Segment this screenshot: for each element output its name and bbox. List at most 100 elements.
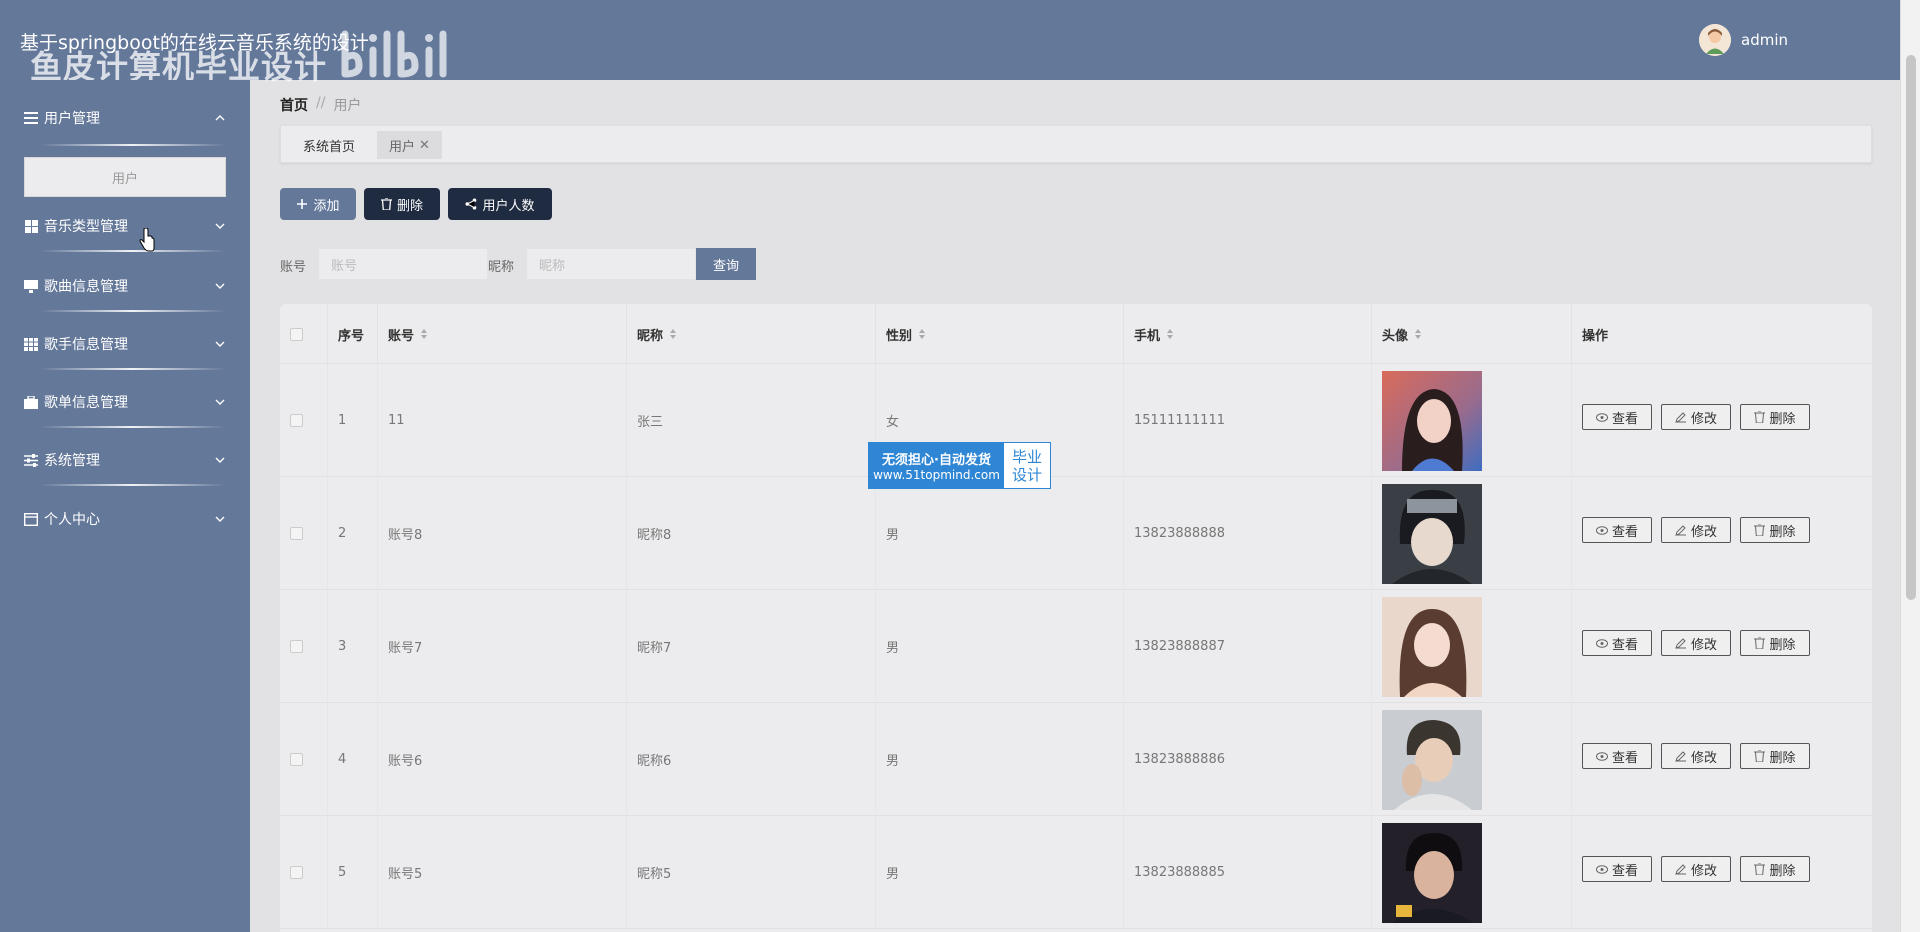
sort-icon[interactable] <box>1166 328 1174 340</box>
edit-button[interactable]: 修改 <box>1661 856 1731 882</box>
view-label: 查看 <box>1611 637 1638 653</box>
row-select-cell <box>280 477 328 590</box>
user-avatar-photo[interactable] <box>1382 822 1482 923</box>
sidebar-item-playlist-info[interactable]: 歌单信息管理 <box>0 374 250 430</box>
row-checkbox[interactable] <box>290 527 303 540</box>
sort-icon[interactable] <box>1414 328 1422 340</box>
page-scrollbar[interactable] <box>1900 0 1920 932</box>
delete-label: 删除 <box>1769 863 1796 879</box>
sidebar-item-label: 系统管理 <box>44 453 100 469</box>
card-icon <box>24 512 38 526</box>
edit-button[interactable]: 修改 <box>1661 743 1731 769</box>
row-delete-button[interactable]: 删除 <box>1740 404 1810 430</box>
view-button[interactable]: 查看 <box>1582 517 1652 543</box>
cell-account: 账号5 <box>378 816 627 929</box>
header-account[interactable]: 账号 <box>378 304 627 364</box>
user-menu[interactable]: admin <box>1699 24 1788 56</box>
sidebar-item-label: 歌单信息管理 <box>44 395 128 411</box>
table-row: 5 账号5 昵称5 男 13823888885 查看 修改 删除 <box>280 816 1872 929</box>
sort-icon[interactable] <box>420 328 428 340</box>
edit-label: 修改 <box>1690 863 1717 879</box>
edit-button[interactable]: 修改 <box>1661 630 1731 656</box>
ad-line2: www.51topmind.com <box>873 468 1000 482</box>
edit-icon <box>1675 525 1686 536</box>
sidebar-subitem-user[interactable]: 用户 <box>24 157 226 197</box>
user-avatar-photo[interactable] <box>1382 709 1482 810</box>
user-count-button[interactable]: 用户人数 <box>448 188 552 220</box>
user-count-button-label: 用户人数 <box>482 198 535 214</box>
tab-user[interactable]: 用户 ✕ <box>377 131 442 159</box>
row-checkbox[interactable] <box>290 414 303 427</box>
cell-avatar <box>1372 477 1572 590</box>
breadcrumb-home[interactable]: 首页 <box>280 95 308 115</box>
view-button[interactable]: 查看 <box>1582 404 1652 430</box>
user-avatar-photo[interactable] <box>1382 596 1482 697</box>
header-nickname[interactable]: 昵称 <box>627 304 876 364</box>
cell-actions: 查看 修改 删除 <box>1572 703 1872 816</box>
header-phone[interactable]: 手机 <box>1124 304 1372 364</box>
sort-icon[interactable] <box>669 328 677 340</box>
edit-icon <box>1675 864 1686 875</box>
row-checkbox[interactable] <box>290 640 303 653</box>
menu-divider <box>40 426 225 428</box>
delete-label: 删除 <box>1769 637 1796 653</box>
header-label: 性别 <box>886 328 913 344</box>
menu-divider <box>40 484 225 486</box>
sort-icon[interactable] <box>918 328 926 340</box>
sidebar-item-label: 个人中心 <box>44 512 100 528</box>
cell-nickname: 昵称6 <box>627 703 876 816</box>
cell-actions: 查看 修改 删除 <box>1572 477 1872 590</box>
view-button[interactable]: 查看 <box>1582 630 1652 656</box>
nickname-input[interactable]: 昵称 <box>526 248 696 280</box>
header-index: 序号 <box>328 304 378 364</box>
user-avatar-photo[interactable] <box>1382 483 1482 584</box>
table-icon <box>24 337 38 351</box>
row-delete-button[interactable]: 删除 <box>1740 856 1810 882</box>
sidebar-item-personal-center[interactable]: 个人中心 <box>0 491 250 547</box>
view-button[interactable]: 查看 <box>1582 743 1652 769</box>
nickname-label: 昵称 <box>488 260 515 275</box>
avatar[interactable] <box>1699 24 1731 56</box>
view-label: 查看 <box>1611 863 1638 879</box>
row-delete-button[interactable]: 删除 <box>1740 630 1810 656</box>
edit-icon <box>1675 412 1686 423</box>
sidebar-item-singer-info[interactable]: 歌手信息管理 <box>0 316 250 372</box>
user-avatar-photo[interactable] <box>1382 370 1482 471</box>
delete-button-label: 删除 <box>396 198 423 214</box>
sidebar-item-song-info[interactable]: 歌曲信息管理 <box>0 258 250 314</box>
account-input[interactable]: 账号 <box>318 248 488 280</box>
grid-icon <box>24 219 38 233</box>
ad-right1: 毕业 <box>1011 447 1042 466</box>
username[interactable]: admin <box>1741 31 1788 49</box>
trash-icon <box>1754 863 1766 875</box>
tab-system-home[interactable]: 系统首页 <box>291 131 367 159</box>
cell-nickname: 昵称7 <box>627 590 876 703</box>
select-all-checkbox[interactable] <box>290 327 303 341</box>
view-button[interactable]: 查看 <box>1582 856 1652 882</box>
share-icon <box>465 198 477 210</box>
sidebar-item-music-type[interactable]: 音乐类型管理 <box>0 198 250 254</box>
scrollbar-thumb[interactable] <box>1906 55 1916 600</box>
row-checkbox[interactable] <box>290 753 303 766</box>
close-icon[interactable]: ✕ <box>419 138 430 153</box>
row-delete-button[interactable]: 删除 <box>1740 743 1810 769</box>
eye-icon <box>1595 412 1608 422</box>
app-title: 基于springboot的在线云音乐系统的设计 <box>20 32 369 54</box>
cell-nickname: 昵称5 <box>627 816 876 929</box>
chevron-down-icon <box>215 457 225 463</box>
header-avatar[interactable]: 头像 <box>1372 304 1572 364</box>
query-button[interactable]: 查询 <box>696 248 756 280</box>
eye-icon <box>1595 525 1608 535</box>
cell-avatar <box>1372 703 1572 816</box>
row-delete-button[interactable]: 删除 <box>1740 517 1810 543</box>
sidebar-item-user-management[interactable]: 用户管理 <box>0 90 250 146</box>
cell-account: 账号8 <box>378 477 627 590</box>
mouse-cursor-icon <box>139 228 155 252</box>
edit-button[interactable]: 修改 <box>1661 517 1731 543</box>
edit-button[interactable]: 修改 <box>1661 404 1731 430</box>
add-button[interactable]: 添加 <box>280 188 356 220</box>
header-gender[interactable]: 性别 <box>876 304 1124 364</box>
sidebar-item-system[interactable]: 系统管理 <box>0 432 250 488</box>
row-checkbox[interactable] <box>290 866 303 879</box>
delete-button[interactable]: 删除 <box>364 188 440 220</box>
